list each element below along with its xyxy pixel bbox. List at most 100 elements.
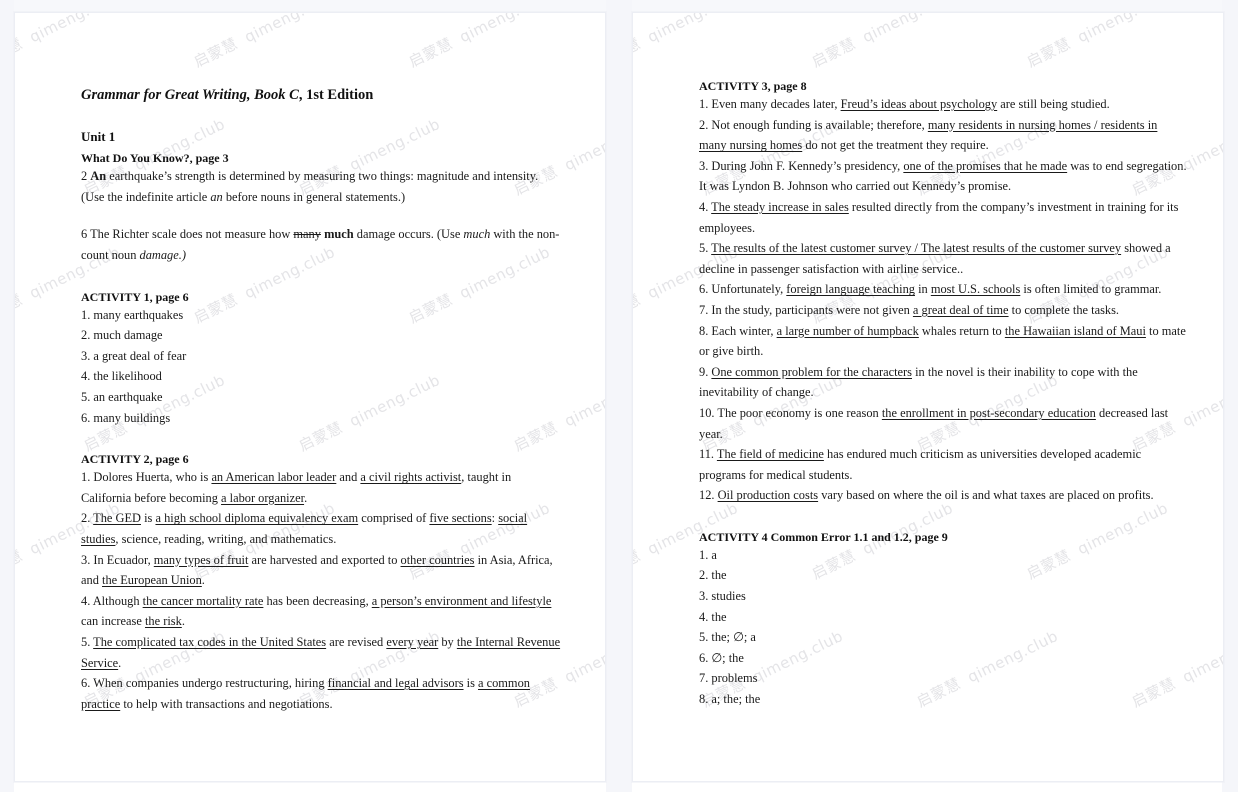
activity-2-text-span: by xyxy=(438,634,457,649)
page-title: Grammar for Great Writing, Book C, 1st E… xyxy=(81,85,561,105)
activity-3-item: 6. Unfortunately, foreign language teach… xyxy=(699,279,1187,300)
activity-3-item: 1. Even many decades later, Freud’s idea… xyxy=(699,94,1187,115)
activity-4-heading: ACTIVITY 4 Common Error 1.1 and 1.2, pag… xyxy=(699,529,948,544)
activity-3-item-number: 1. xyxy=(699,97,712,111)
activity-2-answer-span: the cancer mortality rate xyxy=(142,593,264,608)
wdyk-item-2-text: earthquake’s strength is determined by m… xyxy=(106,169,539,184)
activity-2-answer-span: The GED xyxy=(93,511,141,526)
activity-3-text-span: whales return to xyxy=(918,323,1005,338)
activity-2-heading: ACTIVITY 2, page 6 xyxy=(81,452,189,467)
activity-4-item: 8. a; the; the xyxy=(699,692,761,707)
page-gutter-right xyxy=(1222,0,1238,792)
activity-1-item: 1. many earthquakes xyxy=(81,307,184,322)
activity-2-text-span: Although xyxy=(92,593,143,608)
activity-1-item: 2. much damage xyxy=(81,328,163,343)
activity-4-item: 5. the; ∅; a xyxy=(699,630,756,645)
activity-4-item: 3. studies xyxy=(699,589,746,604)
activity-3-answer-span: the enrollment in post-secondary educati… xyxy=(881,405,1096,420)
activity-2-answer-span: a civil rights activist xyxy=(360,470,462,485)
activity-2-item-number: 5. xyxy=(81,634,94,649)
activity-2-item-number: 1. xyxy=(81,470,94,485)
activity-3-item-number: 4. xyxy=(699,199,712,214)
activity-2-text-span: comprised of xyxy=(358,511,430,526)
activity-3-answer-span: the Hawaiian island of Maui xyxy=(1004,323,1146,338)
activity-3-text-span: In the study, participants were not give… xyxy=(711,302,913,317)
activity-2-item: 5. The complicated tax codes in the Unit… xyxy=(81,632,561,673)
wdyk-item-6-mid: damage occurs. (Use xyxy=(353,227,464,242)
activity-3-answer-span: most U.S. schools xyxy=(930,282,1021,297)
wdyk-item-2-note-pre: (Use the indefinite article xyxy=(81,189,211,204)
activity-3-item-number: 11. xyxy=(699,447,717,462)
activity-2-answer-span: other countries xyxy=(400,552,475,567)
activity-3-item-number: 7. xyxy=(699,302,712,317)
left-page: 启蒙慧qimeng.club 启蒙慧qimeng.club 启蒙慧qimeng.cl… xyxy=(14,12,606,782)
activity-4-item: 6. ∅; the xyxy=(699,650,744,665)
activity-3-text-span: Not enough funding is available; therefo… xyxy=(711,117,928,132)
activity-3-text-span: Even many decades later, xyxy=(711,97,841,111)
book-edition: , 1st Edition xyxy=(298,87,374,103)
activity-3-item: 5. The results of the latest customer su… xyxy=(699,238,1187,279)
activity-3-answer-span: a great deal of time xyxy=(912,302,1009,317)
activity-2-answer-span: The complicated tax codes in the United … xyxy=(93,634,327,649)
activity-4-item: 4. the xyxy=(699,609,727,624)
activity-2-list: 1. Dolores Huerta, who is an American la… xyxy=(81,467,561,714)
activity-3-text-span: Each winter, xyxy=(711,323,777,338)
book-title-italic: Grammar for Great Writing, Book C xyxy=(81,87,299,103)
activity-2-text-span: . xyxy=(181,614,185,629)
activity-1-list: 1. many earthquakes 2. much damage 3. a gr… xyxy=(81,305,561,429)
wdyk-item-6-italic: much xyxy=(463,227,491,242)
activity-3-item: 2. Not enough funding is available; ther… xyxy=(699,115,1187,156)
activity-3-item-number: 8. xyxy=(699,323,712,338)
activity-2-text-span: When companies undergo restructuring, hi… xyxy=(93,676,328,691)
activity-1-item: 4. the likelihood xyxy=(81,369,162,384)
activity-3-item-number: 10. xyxy=(699,405,718,420)
activity-3-item-number: 9. xyxy=(699,364,712,379)
activity-2-text-span: are harvested and exported to xyxy=(248,552,401,567)
activity-3-text-span: do not get the treatment they require. xyxy=(802,138,989,153)
activity-4-item: 2. the xyxy=(699,568,727,583)
activity-2-answer-span: many types of fruit xyxy=(153,552,249,567)
page-gutter-left xyxy=(0,0,14,792)
activity-3-item-number: 12. xyxy=(699,488,718,503)
activity-3-item-number: 5. xyxy=(699,241,712,256)
activity-2-text-span: can increase xyxy=(81,614,145,629)
wdyk-item-6-answer: much xyxy=(324,227,354,242)
activity-2-text-span: In Ecuador, xyxy=(93,552,154,567)
wdyk-item-2-note-post: before nouns in general statements.) xyxy=(222,189,406,204)
activity-2-answer-span: a labor organizer xyxy=(221,490,305,505)
activity-2-answer-span: five sections xyxy=(429,511,492,526)
activity-2-answer-span: the European Union xyxy=(102,573,202,588)
activity-3-item-number: 6. xyxy=(699,282,712,297)
activity-2-text-span: is xyxy=(463,676,478,691)
activity-3-answer-span: Oil production costs xyxy=(717,488,819,503)
activity-3-text-span: Unfortunately, xyxy=(711,282,787,297)
activity-2-text-span: has been decreasing, xyxy=(263,593,372,608)
activity-2-text-span: is xyxy=(141,511,156,526)
activity-2-answer-span: the risk xyxy=(144,614,182,629)
wdyk-item-2-note: (Use the indefinite article an before no… xyxy=(81,187,561,208)
activity-2-item-number: 3. xyxy=(81,552,94,567)
activity-2-text-span: Dolores Huerta, who is xyxy=(93,470,212,485)
activity-2-item-number: 2. xyxy=(81,511,94,526)
activity-2-item-number: 4. xyxy=(81,593,93,608)
activity-2-item: 4. Although the cancer mortality rate ha… xyxy=(81,591,561,632)
activity-3-heading: ACTIVITY 3, page 8 xyxy=(699,79,807,93)
activity-4-list: 1. a 2. the 3. studies 4. the 5. the; ∅; a 6.… xyxy=(699,545,1187,710)
activity-3-answer-span: one of the promises that he made xyxy=(903,158,1068,173)
activity-2-answer-span: every year xyxy=(386,634,439,649)
activity-2-item: 3. In Ecuador, many types of fruit are h… xyxy=(81,550,561,591)
activity-3-item-number: 3. xyxy=(699,158,712,173)
wdyk-item-2-number: 2 xyxy=(81,169,91,184)
section-heading-what-do-you-know: What Do You Know?, page 3 xyxy=(81,151,229,166)
wdyk-item-2-note-italic: an xyxy=(210,189,223,204)
activity-3-text-span: to complete the tasks. xyxy=(1008,302,1120,317)
activity-2-answer-span: a person’s environment and lifestyle xyxy=(371,593,552,608)
activity-2-text-span: . xyxy=(118,655,122,670)
activity-2-item: 1. Dolores Huerta, who is an American la… xyxy=(81,467,561,508)
activity-3-list: 1. Even many decades later, Freud’s idea… xyxy=(699,94,1187,506)
two-page-spread: 启蒙慧qimeng.club 启蒙慧qimeng.club 启蒙慧qimeng.cl… xyxy=(0,0,1238,792)
activity-1-heading: ACTIVITY 1, page 6 xyxy=(81,289,189,304)
activity-3-text-span: are still being studied. xyxy=(997,97,1110,111)
activity-4-item: 7. problems xyxy=(699,671,758,686)
activity-3-item: 9. One common problem for the characters… xyxy=(699,362,1187,403)
